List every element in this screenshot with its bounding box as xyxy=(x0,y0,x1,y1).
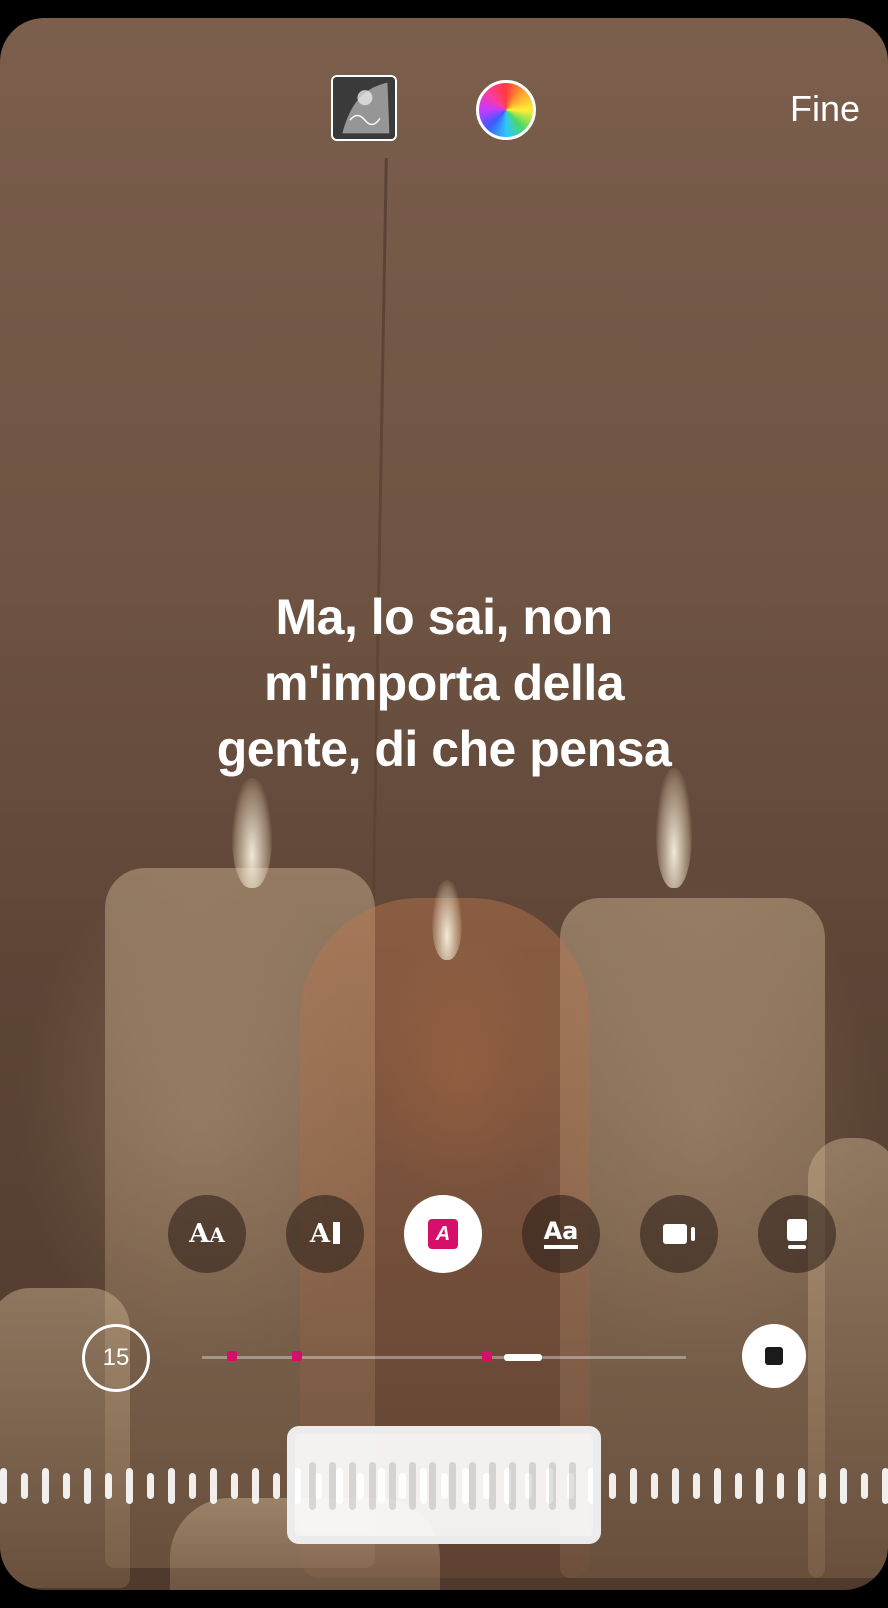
wall-crack xyxy=(371,158,388,938)
waveform-bar xyxy=(840,1468,847,1504)
waveform-bar xyxy=(231,1473,238,1499)
waveform-bar xyxy=(819,1473,826,1499)
waveform-bar xyxy=(0,1468,7,1504)
waveform-bar xyxy=(469,1462,476,1510)
playback-progress xyxy=(504,1354,542,1361)
waveform-bar xyxy=(409,1462,416,1510)
timeline-marker xyxy=(482,1351,492,1361)
cursor-style-icon: A xyxy=(310,1219,341,1249)
duration-selector-button[interactable]: 15 xyxy=(82,1324,150,1392)
lyrics-text[interactable]: Ma, lo sai, non m'importa della gente, d… xyxy=(0,584,888,782)
timeline-marker xyxy=(292,1351,302,1361)
waveform-bar xyxy=(549,1462,556,1510)
waveform-bar xyxy=(21,1473,28,1499)
album-cover-button[interactable] xyxy=(331,75,397,141)
waveform-bar xyxy=(882,1468,888,1504)
waveform-bar xyxy=(861,1473,868,1499)
waveform-bar xyxy=(389,1462,396,1510)
story-editor-screen: Fine Ma, lo sai, non m'importa della gen… xyxy=(0,18,888,1590)
waveform-bar xyxy=(369,1462,376,1510)
done-button[interactable]: Fine xyxy=(790,88,860,130)
waveform-bar xyxy=(349,1462,356,1510)
playback-timeline[interactable] xyxy=(202,1351,686,1361)
underline-style-button[interactable]: Aa xyxy=(522,1195,600,1273)
color-picker-button[interactable] xyxy=(476,80,536,140)
video-card-style-button[interactable] xyxy=(640,1195,718,1273)
waveform-bar xyxy=(630,1468,637,1504)
waveform-bar xyxy=(42,1468,49,1504)
song-segment-selector[interactable] xyxy=(287,1426,601,1544)
stop-button[interactable] xyxy=(742,1324,806,1388)
waveform-bar xyxy=(609,1473,616,1499)
candle-flame xyxy=(232,778,272,888)
highlight-style-button[interactable]: A xyxy=(404,1195,482,1273)
waveform-bar xyxy=(529,1462,536,1510)
waveform-bar xyxy=(672,1468,679,1504)
waveform-bar xyxy=(63,1473,70,1499)
underline-style-icon: Aa xyxy=(543,1219,579,1249)
waveform-bar xyxy=(509,1462,516,1510)
waveform-bar xyxy=(309,1462,316,1510)
waveform-bar xyxy=(651,1473,658,1499)
candle-flame xyxy=(432,880,462,960)
waveform-bar xyxy=(210,1468,217,1504)
waveform-bar xyxy=(489,1462,496,1510)
cursor-style-button[interactable]: A xyxy=(286,1195,364,1273)
album-art-icon xyxy=(333,77,395,139)
waveform-bar xyxy=(273,1473,280,1499)
waveform-bar xyxy=(84,1468,91,1504)
waveform-bar xyxy=(329,1462,336,1510)
video-card-icon xyxy=(663,1224,695,1244)
sticker-card-icon xyxy=(787,1219,807,1249)
waveform-bar xyxy=(735,1473,742,1499)
lyrics-style-picker: AA A A Aa xyxy=(0,1195,888,1273)
highlight-style-icon: A xyxy=(428,1219,458,1249)
waveform-bar xyxy=(714,1468,721,1504)
typewriter-style-icon: AA xyxy=(189,1219,225,1249)
waveform-bar xyxy=(777,1473,784,1499)
lyrics-line: gente, di che pensa xyxy=(216,721,672,777)
waveform-bar xyxy=(756,1468,763,1504)
waveform-bar xyxy=(429,1462,436,1510)
waveform-bar xyxy=(147,1473,154,1499)
waveform-bar xyxy=(449,1462,456,1510)
waveform-bar xyxy=(126,1468,133,1504)
typewriter-style-button[interactable]: AA xyxy=(168,1195,246,1273)
waveform-bar xyxy=(798,1468,805,1504)
waveform-bar xyxy=(189,1473,196,1499)
waveform-bar xyxy=(693,1473,700,1499)
waveform-bar xyxy=(252,1468,259,1504)
lyrics-line: m'importa della xyxy=(263,655,625,711)
lyrics-line: Ma, lo sai, non xyxy=(275,589,613,645)
waveform-bar xyxy=(105,1473,112,1499)
candle-flame xyxy=(656,768,692,888)
timeline-marker xyxy=(227,1351,237,1361)
waveform-bar xyxy=(168,1468,175,1504)
waveform-bar xyxy=(569,1462,576,1510)
sticker-card-style-button[interactable] xyxy=(758,1195,836,1273)
stop-icon xyxy=(765,1347,783,1365)
